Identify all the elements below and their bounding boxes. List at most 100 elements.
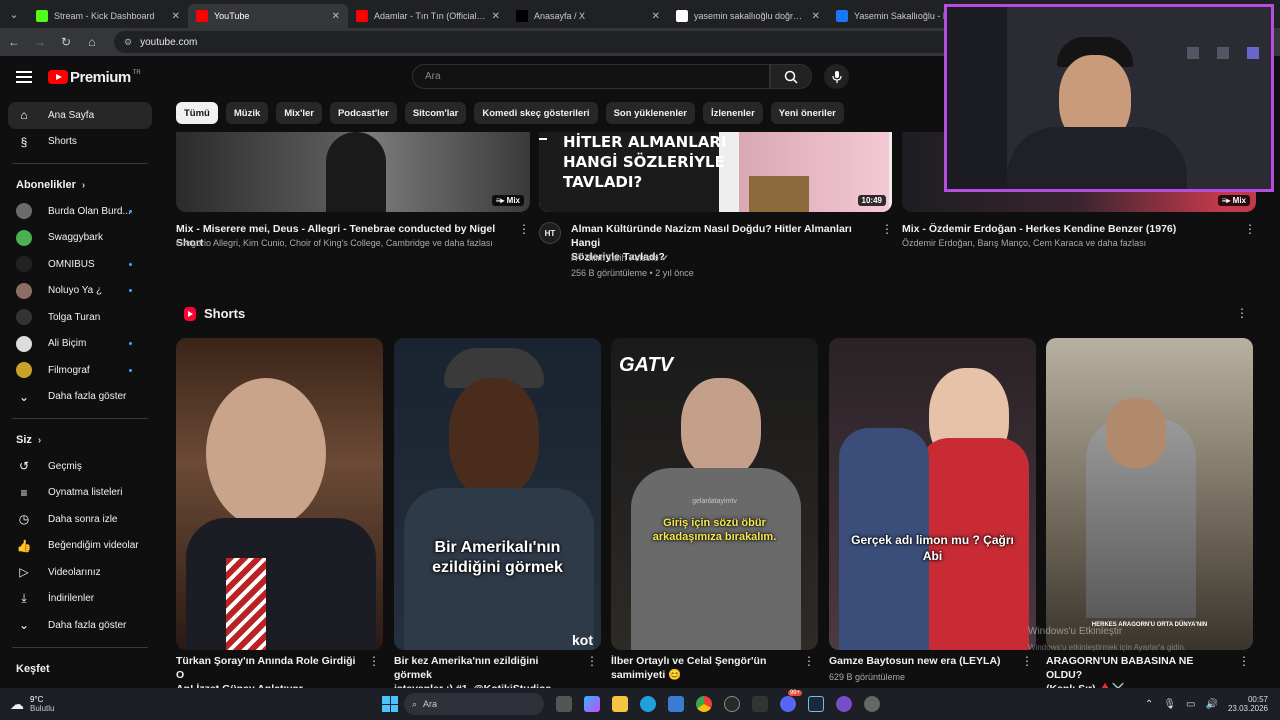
url-bar[interactable]: ⚙ youtube.com [114, 31, 954, 53]
more-options-icon[interactable]: ⋮ [1021, 654, 1033, 668]
filter-chip[interactable]: Yeni öneriler [770, 102, 844, 124]
start-icon[interactable] [382, 696, 398, 712]
short-title[interactable]: ARAGORN'UN BABASINA NE OLDU?(Kanlı Sır) … [1046, 654, 1226, 688]
filter-chip[interactable]: Podcast'ler [329, 102, 397, 124]
youtube-logo[interactable]: Premium TR [48, 69, 141, 86]
edge-icon[interactable] [640, 696, 656, 712]
close-tab-icon[interactable]: ✕ [332, 11, 340, 22]
obs-icon[interactable] [724, 696, 740, 712]
close-tab-icon[interactable]: ✕ [812, 11, 820, 22]
short-thumbnail[interactable]: Bir Amerikalı'nın ezildiğini görmek kot [394, 338, 601, 650]
subs-show-more[interactable]: ⌄ Daha fazla göster [0, 384, 160, 411]
more-options-icon[interactable]: ⋮ [803, 654, 815, 668]
menu-icon[interactable] [16, 68, 32, 86]
filter-chip[interactable]: Komedi skeç gösterileri [474, 102, 598, 124]
short-title[interactable]: Türkan Şoray'ın Anında Role Girdiği OAn!… [176, 654, 356, 688]
file-explorer-icon[interactable] [612, 696, 628, 712]
more-options-icon[interactable]: ⋮ [881, 222, 893, 236]
filter-chip[interactable]: Mix'ler [276, 102, 322, 124]
browser-tab[interactable]: Adamlar - Tın Tın (Official Audi ✕ [348, 4, 508, 28]
app-icon[interactable] [836, 696, 852, 712]
task-view-icon[interactable] [556, 696, 572, 712]
more-options-icon[interactable]: ⋮ [1238, 654, 1250, 668]
home-browser-icon[interactable]: ⌂ [80, 35, 104, 49]
discord-icon[interactable]: 99+ [780, 690, 802, 712]
subscription-item[interactable]: Ali Biçim [0, 331, 160, 358]
sidebar-item[interactable]: ⤓ İndirilenler [0, 586, 160, 613]
short-thumbnail[interactable]: HERKES ARAGORN'U ORTA DÜNYA'NIN [1046, 338, 1253, 650]
browser-tab[interactable]: Anasayfa / X ✕ [508, 4, 668, 28]
short-title[interactable]: Bir kez Amerika'nın ezildiğini görmekist… [394, 654, 574, 688]
subscription-item[interactable]: Noluyo Ya ¿ [0, 278, 160, 305]
browser-tab[interactable]: YouTube ✕ [188, 4, 348, 28]
short-thumbnail[interactable] [176, 338, 383, 650]
subscription-item[interactable]: OMNIBUS [0, 251, 160, 278]
filter-chip[interactable]: Tümü [176, 102, 218, 124]
close-tab-icon[interactable]: ✕ [492, 11, 500, 22]
steam-icon[interactable] [808, 696, 824, 712]
person-suit [186, 518, 376, 650]
sidebar-item[interactable]: ⌂ Ana Sayfa [8, 102, 152, 129]
filter-chip[interactable]: Sitcom'lar [404, 102, 467, 124]
filter-chip[interactable]: Müzik [225, 102, 269, 124]
sidebar-item[interactable]: ◷ Daha sonra izle [0, 506, 160, 533]
app-icon[interactable] [752, 696, 768, 712]
video-thumbnail[interactable]: HİTLER ALMANLARI HANGİ SÖZLERİYLE TAVLAD… [539, 132, 892, 212]
store-icon[interactable] [668, 696, 684, 712]
short-thumbnail[interactable]: Gerçek adı limon mu ? Çağrı Abi [829, 338, 1036, 650]
channel-name[interactable]: HT Bilim Tarih Felsefe ✔ [571, 251, 669, 265]
more-options-icon[interactable]: ⋮ [368, 654, 380, 668]
more-options-icon[interactable]: ⋮ [518, 222, 530, 236]
channel-avatar[interactable]: HT [539, 222, 561, 244]
chrome-icon[interactable] [696, 696, 712, 712]
speaker-icon[interactable]: 🔊 [1206, 699, 1218, 710]
more-options-icon[interactable]: ⋮ [586, 654, 598, 668]
browser-tab[interactable]: yasemin sakallıoğlu doğru koca ✕ [668, 4, 828, 28]
subscription-item[interactable]: Tolga Turan [0, 304, 160, 331]
filter-chip[interactable]: Son yüklenenler [605, 102, 695, 124]
person-face [1106, 398, 1166, 468]
sidebar-item[interactable]: 👍 Beğendiğim videolar [0, 533, 160, 560]
sidebar-item[interactable]: ≡ Oynatma listeleri [0, 480, 160, 507]
more-options-icon[interactable]: ⋮ [1244, 222, 1256, 236]
copilot-icon[interactable] [584, 696, 600, 712]
shorts-more-options-icon[interactable]: ⋮ [1236, 306, 1248, 320]
subscription-item[interactable]: Filmograf [0, 357, 160, 384]
sidebar-item[interactable]: § Shorts [0, 129, 160, 156]
short-thumbnail[interactable]: GATV gelanlatayimtv Giriş için sözü öbür… [611, 338, 818, 650]
forward-icon[interactable]: → [28, 35, 52, 49]
app-icon[interactable] [864, 696, 880, 712]
playlist-icon: ≡▸ [495, 196, 507, 205]
search-button[interactable] [770, 64, 812, 89]
sidebar-item[interactable]: ↺ Geçmiş [0, 453, 160, 480]
video-title[interactable]: Mix - Özdemir Erdoğan - Herkes Kendine B… [902, 222, 1242, 236]
display-icon[interactable]: ▭ [1186, 699, 1195, 710]
chevron-up-icon[interactable]: ⌃ [1145, 699, 1153, 710]
clock[interactable]: 00:57 23.03.2026 [1228, 695, 1268, 713]
subscription-item[interactable]: Swaggybark [0, 225, 160, 252]
short-title[interactable]: İlber Ortaylı ve Celal Şengör'ün samimiye… [611, 654, 791, 682]
close-tab-icon[interactable]: ✕ [172, 11, 180, 22]
tab-search-menu-icon[interactable]: ⌄ [0, 0, 28, 28]
subscriptions-heading[interactable]: Abonelikler › [0, 172, 160, 198]
video-thumbnail[interactable]: ≡▸ Mix [176, 132, 530, 212]
sidebar-item[interactable]: ▷ Videolarınız [0, 559, 160, 586]
you-show-more[interactable]: ⌄ Daha fazla göster [0, 612, 160, 639]
subscription-label: Tolga Turan [48, 311, 101, 323]
close-tab-icon[interactable]: ✕ [652, 11, 660, 22]
reload-icon[interactable]: ↻ [54, 35, 78, 49]
back-icon[interactable]: ← [2, 35, 26, 49]
filter-chip[interactable]: İzlenenler [702, 102, 763, 124]
badge-text: Mix [506, 196, 520, 205]
you-heading[interactable]: Siz › [0, 427, 160, 453]
taskbar-search[interactable]: ⌕ Ara [404, 693, 544, 715]
search-input[interactable]: Ara [412, 64, 770, 89]
logo-region: TR [132, 70, 141, 76]
subscription-item[interactable]: Burda Olan Burd... [0, 198, 160, 225]
browser-tab[interactable]: Stream - Kick Dashboard ✕ [28, 4, 188, 28]
short-title[interactable]: Gamze Baytosun new era (LEYLA) [829, 654, 1009, 668]
voice-search-button[interactable] [824, 64, 849, 89]
site-info-icon[interactable]: ⚙ [124, 37, 132, 48]
weather-widget[interactable]: ☁ 9°C Bulutlu [10, 695, 210, 713]
microphone-icon[interactable]: 🎙 [1163, 699, 1176, 710]
